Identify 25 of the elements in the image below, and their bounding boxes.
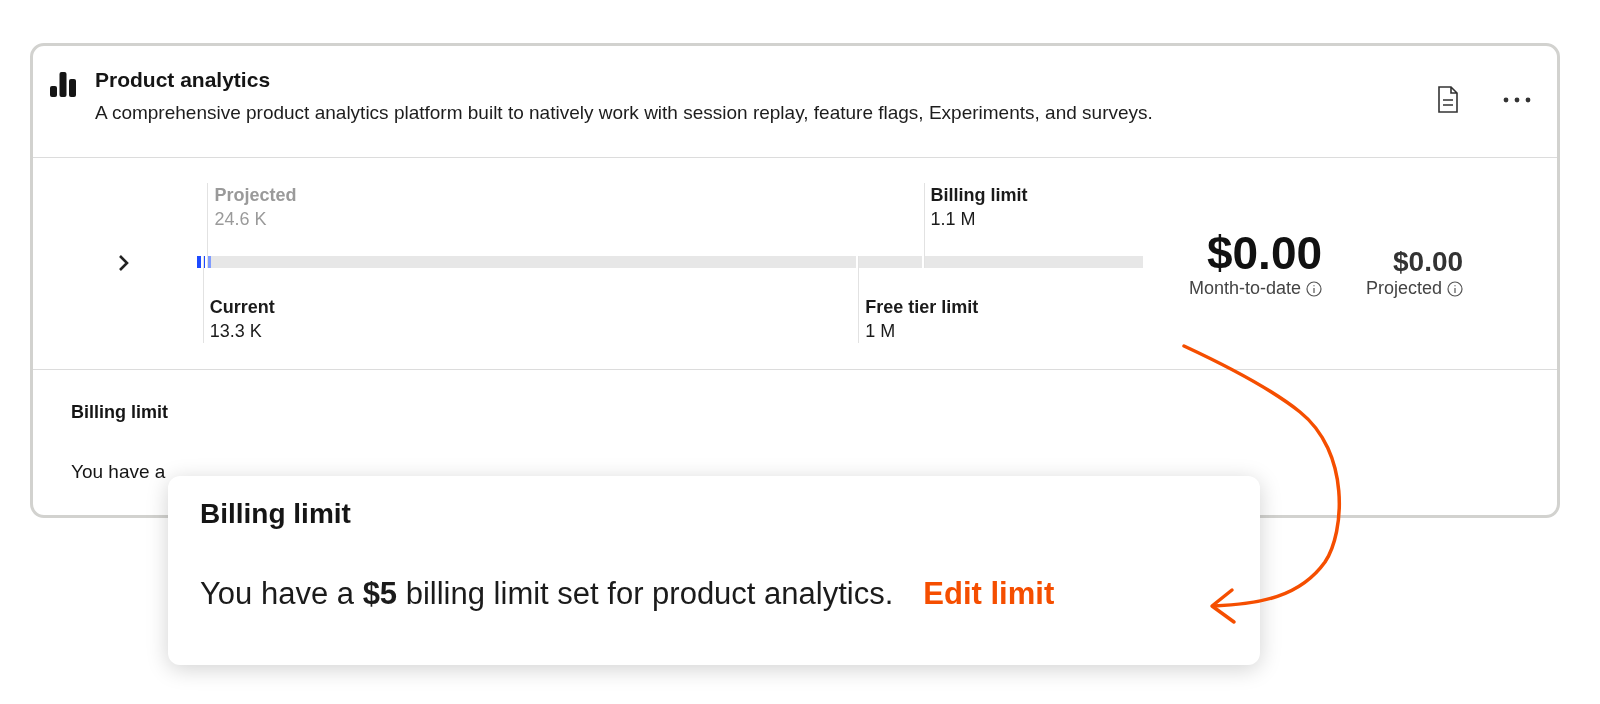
billing-limit-text: You have a bbox=[71, 461, 166, 483]
card-title: Product analytics bbox=[95, 68, 272, 92]
amount-label: Projected bbox=[1366, 278, 1443, 300]
marker-value: 1 M bbox=[865, 320, 897, 344]
marker-label: Projected bbox=[214, 184, 297, 208]
section-title: Billing limit bbox=[71, 402, 169, 423]
card-description: A comprehensive product analytics platform built to natively work with session replay, feature flags, Experiments, and surveys. bbox=[95, 102, 1154, 124]
marker-value: 13.3 K bbox=[209, 320, 263, 344]
marker-value: 1.1 M bbox=[930, 208, 977, 232]
marker-label: Free tier limit bbox=[865, 296, 979, 320]
more-icon[interactable] bbox=[1503, 96, 1531, 103]
info-icon[interactable] bbox=[1306, 280, 1323, 297]
marker-value: 24.6 K bbox=[214, 208, 268, 232]
amount-value: $0.00 bbox=[1393, 247, 1464, 279]
marker-label: Current bbox=[209, 296, 275, 320]
amount-label: Month-to-date bbox=[1189, 278, 1302, 300]
billing-limit-text: You have a $5 billing limit set for product analytics. bbox=[200, 576, 894, 612]
chevron-right-icon[interactable] bbox=[118, 254, 130, 273]
callout-title: Billing limit bbox=[200, 498, 352, 530]
edit-limit-link[interactable]: Edit limit bbox=[923, 576, 1055, 612]
marker-label: Billing limit bbox=[930, 184, 1028, 208]
info-icon[interactable] bbox=[1447, 280, 1464, 297]
amount-value: $0.00 bbox=[1206, 227, 1323, 279]
bar-chart-icon bbox=[49, 70, 77, 98]
document-icon[interactable] bbox=[1437, 86, 1459, 113]
